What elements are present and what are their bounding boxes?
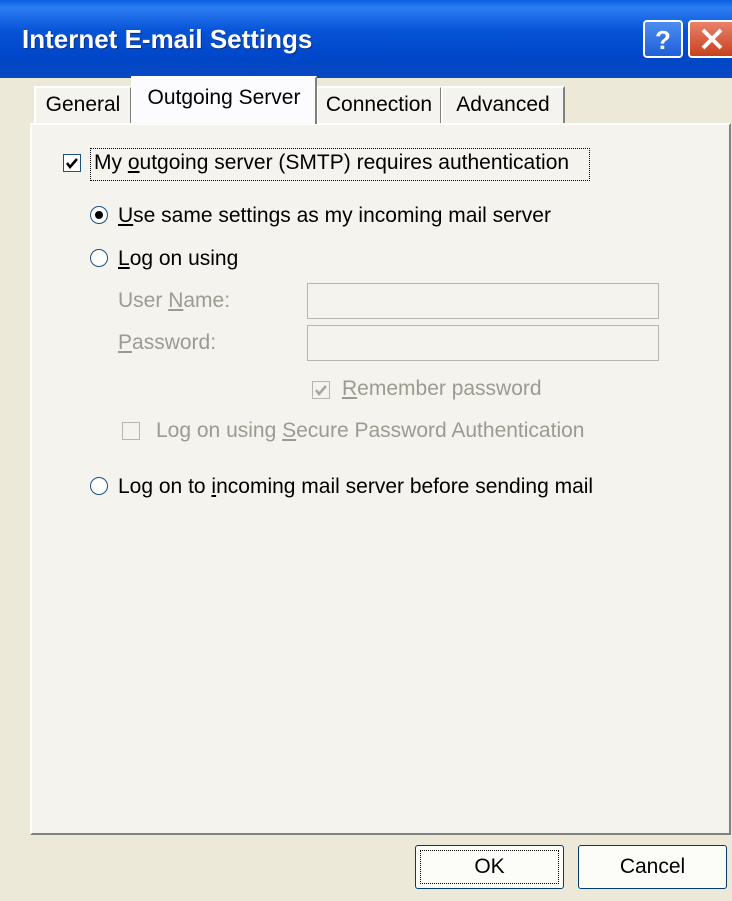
label-part: utgoing server (SMTP) requires authentic… — [139, 151, 570, 174]
same-settings-label[interactable]: Use same settings as my incoming mail se… — [118, 204, 551, 228]
log-on-using-radio[interactable] — [90, 249, 108, 267]
spa-checkbox[interactable] — [122, 422, 140, 440]
log-on-incoming-radio[interactable] — [90, 477, 108, 495]
help-button[interactable]: ? — [643, 20, 683, 58]
label-part: My — [94, 151, 128, 174]
close-button[interactable] — [688, 20, 732, 58]
log-on-using-label[interactable]: Log on using — [118, 247, 238, 271]
requires-auth-checkbox[interactable] — [63, 154, 81, 172]
access-key: R — [342, 377, 358, 400]
label-part: se same settings as my incoming mail ser… — [133, 204, 551, 227]
remember-password-checkbox[interactable] — [312, 381, 330, 399]
ok-button[interactable]: OK — [415, 845, 564, 889]
label-part: ncoming mail server before sending mail — [216, 475, 594, 498]
label-part: Log on to — [118, 475, 212, 498]
window-title: Internet E-mail Settings — [22, 24, 313, 54]
access-key: N — [168, 289, 184, 312]
checkmark-icon — [66, 158, 78, 169]
access-key: o — [127, 151, 140, 174]
requires-auth-label[interactable]: My outgoing server (SMTP) requires authe… — [94, 151, 569, 175]
password-label: Password: — [118, 331, 216, 355]
spa-label[interactable]: Log on using Secure Password Authenticat… — [156, 419, 584, 443]
tab-advanced[interactable]: Advanced — [441, 86, 565, 124]
internet-email-settings-dialog: Internet E-mail Settings ? General Outgo… — [0, 0, 732, 901]
label-part: ame: — [183, 289, 231, 312]
svg-text:?: ? — [655, 25, 671, 55]
remember-password-label[interactable]: Remember password — [342, 377, 542, 401]
user-name-label: User Name: — [118, 289, 230, 313]
log-on-incoming-label[interactable]: Log on to incoming mail server before se… — [118, 475, 593, 499]
access-key: U — [118, 204, 134, 227]
title-bar[interactable]: Internet E-mail Settings ? — [0, 0, 732, 78]
tab-connection[interactable]: Connection — [316, 86, 442, 124]
focus-rectangle — [420, 850, 559, 884]
password-field[interactable] — [307, 325, 659, 361]
cancel-button[interactable]: Cancel — [578, 845, 727, 889]
same-settings-radio[interactable] — [90, 206, 108, 224]
radio-selected-dot — [95, 211, 103, 219]
label-part: emember password — [357, 377, 542, 400]
label-part: og on using — [129, 247, 239, 270]
user-name-field[interactable] — [307, 283, 659, 319]
label-part: Log on using — [156, 419, 283, 442]
label-part: ecure Password Authentication — [296, 419, 585, 442]
checkmark-icon — [315, 385, 327, 396]
access-key: P — [118, 331, 133, 354]
tab-general[interactable]: General — [34, 86, 132, 124]
label-part: assword: — [132, 331, 217, 354]
access-key: L — [118, 247, 130, 270]
label-part: User — [118, 289, 169, 312]
tab-outgoing-server[interactable]: Outgoing Server — [131, 76, 317, 124]
access-key: S — [282, 419, 297, 442]
